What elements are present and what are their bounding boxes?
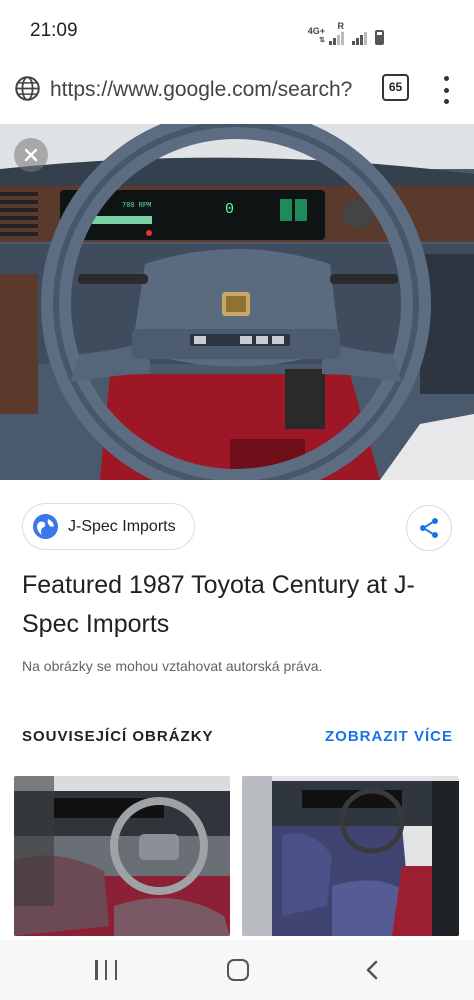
- roaming-label: R: [337, 21, 345, 31]
- share-icon[interactable]: [406, 505, 452, 551]
- tabs-button[interactable]: 65: [382, 74, 409, 101]
- system-nav-bar: [0, 940, 474, 1000]
- signal-icon: R: [329, 22, 344, 45]
- related-thumbnail[interactable]: [242, 776, 459, 936]
- network-label: 4G+: [307, 26, 325, 36]
- related-heading: SOUVISEJÍCÍ OBRÁZKY: [22, 728, 214, 745]
- home-icon[interactable]: [227, 959, 249, 981]
- status-icons: 4G+ ⇅ R: [308, 22, 384, 45]
- car-interior-image: [242, 776, 459, 936]
- network-arrows-icon: ⇅: [319, 37, 325, 44]
- globe-favicon-icon: [33, 514, 58, 539]
- network-indicator: 4G+ ⇅: [308, 27, 325, 45]
- battery-icon: [375, 30, 384, 45]
- status-bar: 21:09 4G+ ⇅ R: [0, 0, 474, 62]
- status-time: 21:09: [30, 20, 78, 41]
- recent-apps-icon[interactable]: [95, 960, 117, 980]
- car-interior-image: [14, 776, 230, 936]
- source-chip[interactable]: J-Spec Imports: [22, 503, 195, 550]
- close-icon[interactable]: [14, 138, 48, 172]
- share-glyph: [420, 518, 438, 538]
- result-title[interactable]: Featured 1987 Toyota Century at J-Spec I…: [22, 566, 452, 644]
- svg-text:700 RPM: 700 RPM: [122, 202, 151, 210]
- back-icon[interactable]: [364, 960, 380, 980]
- svg-text:0: 0: [225, 201, 234, 218]
- copyright-note: Na obrázky se mohou vztahovat autorská p…: [22, 658, 323, 674]
- show-more-link[interactable]: ZOBRAZIT VÍCE: [325, 728, 453, 745]
- related-thumbnail[interactable]: [14, 776, 230, 936]
- car-interior-image: 700 RPM 0: [0, 124, 474, 480]
- source-name: J-Spec Imports: [68, 517, 176, 535]
- globe-icon: [15, 76, 40, 101]
- preview-image[interactable]: 700 RPM 0: [0, 124, 474, 480]
- close-glyph: [24, 148, 38, 162]
- signal-icon: [352, 31, 367, 45]
- address-bar[interactable]: https://www.google.com/search?: [50, 78, 365, 102]
- browser-toolbar: https://www.google.com/search? 65: [0, 62, 474, 118]
- more-vert-icon[interactable]: [436, 76, 456, 104]
